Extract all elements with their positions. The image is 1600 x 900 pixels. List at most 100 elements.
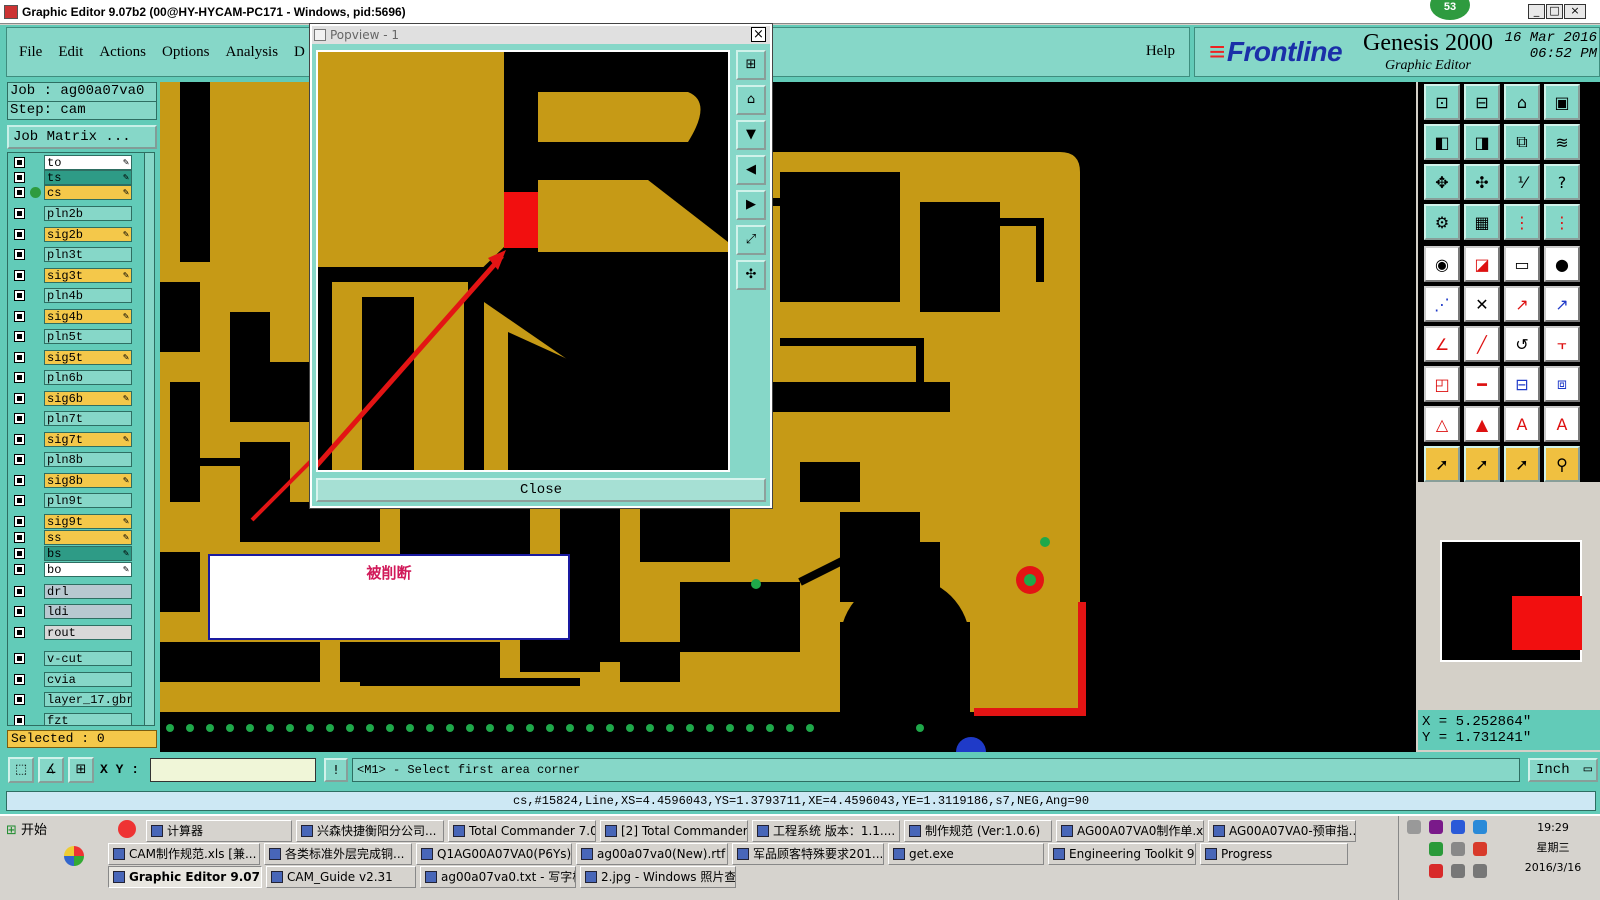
snap-icon[interactable]: ≋	[1544, 124, 1580, 160]
layer-name[interactable]: sig2b ✎	[44, 226, 132, 242]
taskbar-button[interactable]: 2.jpg - Windows 照片查...	[580, 866, 736, 888]
split-icon[interactable]: ⊟	[1504, 366, 1540, 402]
layer-row-pln5t[interactable]: pln5t	[10, 329, 132, 344]
delete-icon[interactable]: ✕	[1464, 286, 1500, 322]
triangle-icon[interactable]: △	[1424, 406, 1460, 442]
taskbar-button[interactable]: Total Commander 7.0 p...	[448, 820, 596, 842]
layer-checkbox[interactable]	[14, 269, 25, 281]
menu-analysis[interactable]: Analysis	[226, 44, 279, 61]
group-icon[interactable]: ⧈	[1544, 366, 1580, 402]
popview-home-icon[interactable]: ⌂	[736, 85, 766, 115]
xy-input[interactable]	[150, 758, 316, 782]
popview-title-bar[interactable]: Popview - 1	[312, 26, 770, 44]
layer-name[interactable]: sig4b ✎	[44, 308, 132, 324]
angle-icon[interactable]: ∠	[1424, 326, 1460, 362]
layer-row-ss[interactable]: ss ✎	[10, 529, 132, 545]
popview-close-x-button[interactable]: ×	[751, 27, 766, 42]
layer-checkbox[interactable]	[14, 454, 25, 465]
popview-close-button[interactable]: Close	[316, 478, 766, 502]
layer-name[interactable]: sig6b ✎	[44, 390, 132, 406]
layer-name[interactable]: pln5t	[44, 329, 132, 344]
layer-name[interactable]: pln4b	[44, 288, 132, 303]
popview-canvas[interactable]	[316, 50, 730, 472]
taskbar-button[interactable]: 各类标准外层完成铜...	[264, 843, 412, 865]
scale-icon[interactable]: ⅟	[1504, 164, 1540, 200]
layer-checkbox[interactable]	[14, 331, 25, 342]
layer-row-ts[interactable]: ts ✎	[10, 170, 132, 185]
layer-name[interactable]: sig8b ✎	[44, 472, 132, 488]
net-alt-icon[interactable]: ⋮	[1544, 204, 1580, 240]
popview-fit-icon[interactable]: ✣	[736, 260, 766, 290]
menu-options[interactable]: Options	[162, 44, 210, 61]
layer-name[interactable]: sig9t ✎	[44, 513, 132, 529]
app-tray-icon[interactable]	[1429, 864, 1443, 878]
layer-name[interactable]: v-cut	[44, 651, 132, 666]
layer-checkbox[interactable]	[14, 673, 25, 685]
layer-name[interactable]: cvia	[44, 671, 132, 687]
menu-file[interactable]: File	[19, 44, 42, 61]
layer-checkbox[interactable]	[14, 585, 25, 597]
menu-help[interactable]: Help	[1146, 43, 1175, 60]
layer-checkbox[interactable]	[14, 606, 25, 617]
window-icon[interactable]: ▣	[1544, 84, 1580, 120]
layer-row-sig2b[interactable]: sig2b ✎	[10, 226, 132, 242]
menu-actions[interactable]: Actions	[99, 44, 146, 61]
taskbar-button[interactable]: Graphic Editor 9.07b2 ...	[108, 866, 262, 888]
taskbar-button[interactable]: get.exe	[888, 843, 1044, 865]
layer-row-fzt[interactable]: fzt	[10, 712, 132, 725]
taskbar-button[interactable]: AG00A07VA0-预审指...	[1208, 820, 1356, 842]
grid-mode-icon[interactable]: ⊞	[68, 757, 94, 783]
triangle-alt-icon[interactable]: ▲	[1464, 406, 1500, 442]
line-icon[interactable]: ◪	[1464, 246, 1500, 282]
layer-name[interactable]: ldi	[44, 604, 132, 619]
taskbar-button[interactable]: ag00a07va0(New).rtf [...	[576, 843, 728, 865]
layer-row-ldi[interactable]: ldi	[10, 604, 132, 619]
layer-row-cs[interactable]: cs ✎	[10, 185, 132, 200]
minimize-button[interactable]: _	[1528, 4, 1545, 19]
layer-name[interactable]: bo ✎	[44, 561, 132, 577]
fit-icon[interactable]: ✥	[1424, 164, 1460, 200]
pan-right-icon[interactable]: ◨	[1464, 124, 1500, 160]
layer-name[interactable]: pln9t	[44, 493, 132, 508]
ruler-icon[interactable]: ▭	[1504, 246, 1540, 282]
window-title-bar[interactable]: Graphic Editor 9.07b2 (00@HY-HYCAM-PC171…	[0, 0, 1600, 24]
layer-row-layer-17-gbr[interactable]: layer_17.gbr	[10, 692, 132, 707]
layer-checkbox[interactable]	[14, 433, 25, 445]
quick-launch-icon[interactable]	[64, 846, 84, 866]
menu-d[interactable]: D	[294, 44, 305, 61]
measure-icon[interactable]: ⚙	[1424, 204, 1460, 240]
execute-button[interactable]: !	[324, 758, 348, 782]
layer-name[interactable]: sig3t ✎	[44, 267, 132, 283]
circle-icon[interactable]: ●	[1544, 246, 1580, 282]
taskbar-button[interactable]: 兴森快捷衡阳分公司...	[296, 820, 444, 842]
help-icon[interactable]: ?	[1544, 164, 1580, 200]
volume-icon[interactable]	[1473, 864, 1487, 878]
layer-name[interactable]: cs ✎	[44, 185, 132, 200]
select-box-icon[interactable]: ◰	[1424, 366, 1460, 402]
mirror-icon[interactable]: ⧉	[1504, 124, 1540, 160]
pad-icon[interactable]: ◉	[1424, 246, 1460, 282]
units-dropdown[interactable]: Inch ▭	[1528, 758, 1598, 782]
layer-name[interactable]: sig5t ✎	[44, 349, 132, 365]
copy-icon[interactable]: ↗	[1544, 286, 1580, 322]
zoom-home-icon[interactable]: ⊡	[1424, 84, 1460, 120]
layer-row-pln2b[interactable]: pln2b	[10, 206, 132, 221]
layer-name[interactable]: sig7t ✎	[44, 431, 132, 447]
taskbar-button[interactable]: 计算器	[146, 820, 292, 842]
network-icon[interactable]	[1451, 864, 1465, 878]
pointer-icon[interactable]: ➚	[1424, 446, 1460, 482]
ie-icon[interactable]	[1473, 842, 1487, 856]
layer-checkbox[interactable]	[14, 714, 25, 725]
layer-row-sig9t[interactable]: sig9t ✎	[10, 513, 132, 529]
layer-checkbox[interactable]	[14, 694, 25, 705]
bluetooth-icon[interactable]	[1451, 820, 1465, 834]
layer-checkbox[interactable]	[14, 413, 25, 424]
pan-left-icon[interactable]: ◧	[1424, 124, 1460, 160]
taskbar-button[interactable]: CAM_Guide v2.31	[266, 866, 416, 888]
chrome-icon[interactable]	[118, 820, 136, 838]
layer-name[interactable]: layer_17.gbr	[44, 692, 132, 707]
snap-mode-icon[interactable]: ⬚	[8, 757, 34, 783]
layer-row-sig5t[interactable]: sig5t ✎	[10, 349, 132, 365]
start-button[interactable]: ⊞ 开始	[2, 820, 62, 842]
job-matrix-button[interactable]: Job Matrix ...	[7, 125, 157, 149]
